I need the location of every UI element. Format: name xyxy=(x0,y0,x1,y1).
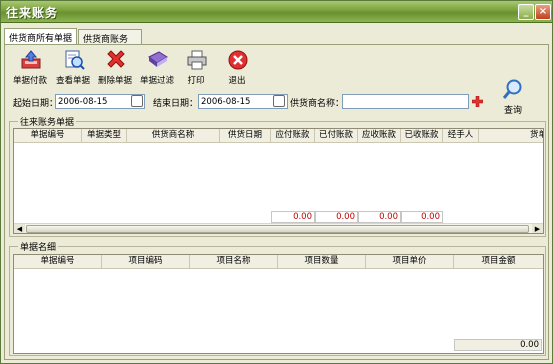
total-paid: 0.00 xyxy=(315,211,358,223)
ledger-col-handler[interactable]: 经手人 xyxy=(443,129,479,143)
exit-icon xyxy=(228,50,248,70)
tab-panel: 单据付款 查看单据 删除单据 单据过滤 打印 退出 起始日期： 2006-08-… xyxy=(4,44,549,360)
ledger-group-title: 往来账务单据 xyxy=(18,115,77,128)
ledger-col-date[interactable]: 供货日期 xyxy=(220,129,271,143)
total-payable: 0.00 xyxy=(271,211,315,223)
details-grid-header: 单据编号 项目编码 项目名称 项目数量 项目单价 项目金额 xyxy=(14,255,543,269)
book-filter-icon xyxy=(148,51,168,67)
delete-button[interactable]: 删除单据 xyxy=(94,49,136,87)
inbox-icon xyxy=(21,50,41,69)
details-group: 单据名细 单据编号 项目编码 项目名称 项目数量 项目单价 项目金额 0.00 xyxy=(9,240,546,356)
add-supplier-icon[interactable] xyxy=(472,96,483,107)
ledger-col-doc-no[interactable]: 单据编号 xyxy=(14,129,82,143)
title-bar: 往来账务 _ × xyxy=(1,1,552,23)
details-col-amount[interactable]: 项目金额 xyxy=(454,255,543,269)
details-col-item-name[interactable]: 项目名称 xyxy=(190,255,278,269)
view-button[interactable]: 查看单据 xyxy=(52,49,94,87)
details-grid[interactable]: 单据编号 项目编码 项目名称 项目数量 项目单价 项目金额 0.00 xyxy=(13,254,544,354)
details-group-title: 单据名细 xyxy=(18,240,59,253)
ledger-col-goods[interactable]: 货单 xyxy=(479,129,543,143)
minimize-button[interactable]: _ xyxy=(518,4,534,20)
total-receivable: 0.00 xyxy=(358,211,401,223)
ledger-grid[interactable]: 单据编号 单据类型 供货商名称 供货日期 应付账款 已付账款 应收账款 已收账款… xyxy=(13,128,544,234)
printer-icon xyxy=(187,50,207,70)
total-received: 0.00 xyxy=(401,211,443,223)
filter-button[interactable]: 单据过滤 xyxy=(136,49,178,87)
ledger-window: 往来账务 _ × 供货商所有单据 供货商账务 单据付款 查看单据 删除单据 单据… xyxy=(0,0,553,364)
details-col-unit-price[interactable]: 项目单价 xyxy=(366,255,454,269)
scroll-left-icon[interactable]: ◀ xyxy=(14,224,25,233)
supplier-field[interactable] xyxy=(342,94,469,109)
ledger-grid-header: 单据编号 单据类型 供货商名称 供货日期 应付账款 已付账款 应收账款 已收账款… xyxy=(14,129,543,143)
ledger-col-supplier[interactable]: 供货商名称 xyxy=(127,129,220,143)
ledger-col-paid[interactable]: 已付账款 xyxy=(315,129,358,143)
ledger-col-received[interactable]: 已收账款 xyxy=(401,129,443,143)
search-icon xyxy=(502,79,522,99)
tab-supplier-accounts[interactable]: 供货商账务 xyxy=(78,29,142,45)
window-title: 往来账务 xyxy=(6,6,59,20)
delete-icon xyxy=(107,50,125,68)
search-button[interactable]: 查询 xyxy=(499,78,527,116)
ledger-col-payable[interactable]: 应付账款 xyxy=(271,129,315,143)
ledger-col-receivable[interactable]: 应收账款 xyxy=(358,129,401,143)
close-button[interactable]: × xyxy=(535,4,551,20)
ledger-horizontal-scrollbar[interactable]: ◀ ▶ xyxy=(14,223,543,233)
end-date-calendar-icon[interactable] xyxy=(273,95,285,107)
details-col-doc-no[interactable]: 单据编号 xyxy=(14,255,102,269)
print-button[interactable]: 打印 xyxy=(175,49,217,87)
scroll-thumb[interactable] xyxy=(26,225,529,233)
ledger-col-doc-type[interactable]: 单据类型 xyxy=(82,129,127,143)
ledger-group: 往来账务单据 单据编号 单据类型 供货商名称 供货日期 应付账款 已付账款 应收… xyxy=(9,115,546,237)
start-date-label: 起始日期： xyxy=(13,99,59,109)
exit-button[interactable]: 退出 xyxy=(216,49,258,87)
scroll-right-icon[interactable]: ▶ xyxy=(532,224,543,233)
tab-supplier-documents[interactable]: 供货商所有单据 xyxy=(4,28,77,45)
supplier-label: 供货商名称： xyxy=(290,99,345,109)
document-search-icon xyxy=(65,50,85,70)
details-col-quantity[interactable]: 项目数量 xyxy=(278,255,366,269)
pay-button[interactable]: 单据付款 xyxy=(9,49,51,87)
details-total-amount: 0.00 xyxy=(454,339,542,351)
end-date-label: 结束日期： xyxy=(153,99,199,109)
details-col-item-code[interactable]: 项目编码 xyxy=(102,255,190,269)
start-date-calendar-icon[interactable] xyxy=(131,95,143,107)
